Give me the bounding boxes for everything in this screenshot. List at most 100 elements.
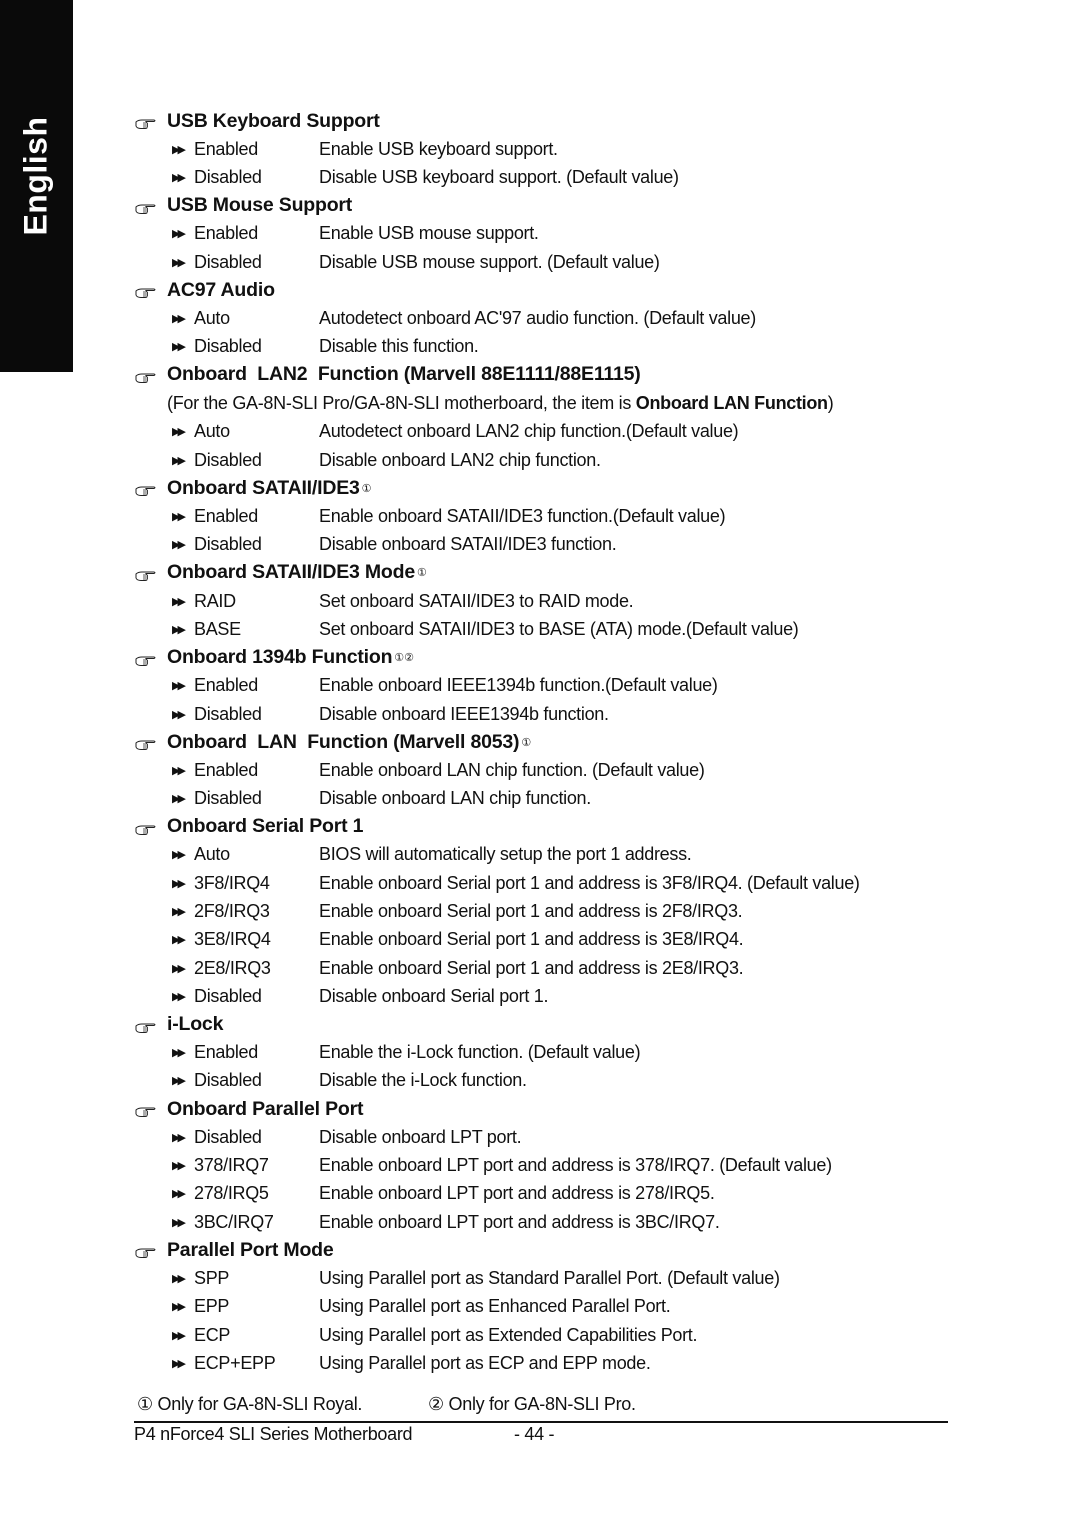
fast-forward-icon: ▶▶ <box>172 962 186 975</box>
option-label: SPP <box>194 1267 230 1288</box>
option-label: BASE <box>194 618 241 639</box>
footnote-marker: ① <box>521 736 532 749</box>
option-label: Enabled <box>194 1042 258 1063</box>
footer-title: P4 nForce4 SLI Series Motherboard <box>134 1424 413 1444</box>
section-title: Onboard 1394b Function <box>167 646 393 669</box>
option-description: Set onboard SATAII/IDE3 to RAID mode. <box>319 590 634 611</box>
footnote-2: ② Only for GA-8N-SLI Pro. <box>428 1394 636 1414</box>
fast-forward-icon: ▶▶ <box>172 877 186 890</box>
footnotes: ① Only for GA-8N-SLI Royal. ② Only for G… <box>137 1394 636 1415</box>
pointing-hand-icon <box>135 199 157 214</box>
fast-forward-icon: ▶▶ <box>172 849 186 862</box>
section-title: USB Mouse Support <box>167 194 353 217</box>
section-title: Onboard Parallel Port <box>167 1097 364 1120</box>
option-label: 3F8/IRQ4 <box>194 872 270 893</box>
option-description: Disable USB mouse support. (Default valu… <box>319 251 660 272</box>
option-description: Enable the i-Lock function. (Default val… <box>319 1042 641 1063</box>
option-row: ▶▶ Enabled Enable onboard IEEE1394b functi… <box>135 672 965 700</box>
section-title: i-Lock <box>167 1013 224 1036</box>
fast-forward-icon: ▶▶ <box>172 1160 186 1173</box>
option-row: ▶▶ RAID Set onboard SATAII/IDE3 to RAID mo… <box>135 587 965 615</box>
option-row: ▶▶ Disabled Disable this function. <box>135 332 965 360</box>
pointing-hand-icon <box>135 735 157 751</box>
option-label: Disabled <box>194 788 262 809</box>
option-row: ▶▶ Disabled Disable onboard LAN chip funct… <box>135 784 965 812</box>
option-value: ▶▶ Disabled <box>135 788 319 809</box>
section-heading: Onboard SATAII/IDE3 ① <box>135 474 965 502</box>
fast-forward-icon: ▶▶ <box>172 341 186 354</box>
pointing-hand-icon <box>135 1243 157 1259</box>
section-heading: Onboard 1394b Function ①② <box>135 644 965 672</box>
option-label: Enabled <box>194 759 258 780</box>
option-description: Disable USB keyboard support. (Default v… <box>319 166 679 187</box>
option-description: Autodetect onboard AC'97 audio function.… <box>319 307 756 328</box>
fast-forward-icon: ▶▶ <box>172 793 186 806</box>
option-value: ▶▶ 2F8/IRQ3 <box>135 901 319 922</box>
option-value: ▶▶ Auto <box>135 844 319 865</box>
option-label: 378/IRQ7 <box>194 1155 269 1176</box>
fast-forward-icon: ▶▶ <box>172 426 186 439</box>
section-heading: Onboard Parallel Port <box>135 1095 965 1123</box>
section-title: Onboard LAN Function (Marvell 8053) <box>167 730 520 753</box>
option-description: Enable USB keyboard support. <box>319 138 558 159</box>
option-description: Disable onboard SATAII/IDE3 function. <box>319 534 617 555</box>
option-label: Disabled <box>194 1126 262 1147</box>
option-description: Enable onboard Serial port 1 and address… <box>319 957 744 978</box>
option-value: ▶▶ EPP <box>135 1296 319 1317</box>
option-label: Auto <box>194 421 230 442</box>
option-row: ▶▶ 278/IRQ5 Enable onboard LPT port and ad… <box>135 1180 965 1208</box>
option-row: ▶▶ BASE Set onboard SATAII/IDE3 to BASE (A… <box>135 615 965 643</box>
option-description: Enable onboard LPT port and address is 3… <box>319 1211 720 1232</box>
option-label: Disabled <box>194 703 262 724</box>
option-description: Using Parallel port as ECP and EPP mode. <box>319 1352 651 1373</box>
option-description: Enable USB mouse support. <box>319 223 539 244</box>
fast-forward-icon: ▶▶ <box>172 228 186 241</box>
pointing-hand-icon <box>135 368 157 383</box>
fast-forward-icon: ▶▶ <box>172 539 186 552</box>
option-label: 3E8/IRQ4 <box>194 929 271 950</box>
option-value: ▶▶ Enabled <box>135 675 319 696</box>
fast-forward-icon: ▶▶ <box>172 1329 186 1342</box>
option-label: Auto <box>194 844 230 865</box>
option-row: ▶▶ Disabled Disable USB keyboard support. … <box>135 163 965 191</box>
footer-divider <box>134 1421 948 1423</box>
option-row: ▶▶ Enabled Enable USB mouse support. <box>135 220 965 248</box>
note-text: (For the GA-8N-SLI Pro/GA-8N-SLI motherb… <box>167 392 636 413</box>
note-suffix: ) <box>827 392 834 413</box>
section-heading: Onboard LAN Function (Marvell 8053) ① <box>135 728 965 756</box>
option-label: Enabled <box>194 138 258 159</box>
option-description: Disable onboard Serial port 1. <box>319 985 549 1006</box>
fast-forward-icon: ▶▶ <box>172 1216 186 1229</box>
option-description: Disable the i-Lock function. <box>319 1070 527 1091</box>
option-description: Enable onboard LPT port and address is 3… <box>319 1155 832 1176</box>
option-row: ▶▶ 378/IRQ7 Enable onboard LPT port and ad… <box>135 1151 965 1179</box>
fast-forward-icon: ▶▶ <box>172 680 186 693</box>
language-side-tab: English <box>0 0 73 372</box>
option-label: Disabled <box>194 449 262 470</box>
option-label: Disabled <box>194 534 262 555</box>
option-row: ▶▶ Auto BIOS will automatically setup the … <box>135 841 965 869</box>
option-value: ▶▶ 3BC/IRQ7 <box>135 1212 319 1233</box>
option-value: ▶▶ 378/IRQ7 <box>135 1155 319 1176</box>
option-label: Disabled <box>194 251 262 272</box>
pointing-hand-icon <box>135 820 157 835</box>
option-value: ▶▶ Disabled <box>135 252 319 273</box>
option-description: Using Parallel port as Enhanced Parallel… <box>319 1296 671 1317</box>
option-label: Disabled <box>194 336 262 357</box>
pointing-hand-icon <box>135 283 157 299</box>
section-title: AC97 Audio <box>167 278 275 301</box>
option-row: ▶▶ EPP Using Parallel port as Enhanced Par… <box>135 1293 965 1321</box>
option-value: ▶▶ Disabled <box>135 534 319 555</box>
option-row: ▶▶ Enabled Enable onboard LAN chip functio… <box>135 756 965 784</box>
pointing-hand-icon <box>135 1102 157 1118</box>
section-heading: USB Keyboard Support <box>135 107 965 135</box>
pointing-hand-icon <box>135 1018 157 1033</box>
option-value: ▶▶ Enabled <box>135 506 319 527</box>
option-row: ▶▶ Auto Autodetect onboard AC'97 audio fun… <box>135 304 965 332</box>
option-row: ▶▶ ECP+EPP Using Parallel port as ECP and … <box>135 1349 965 1377</box>
section-heading: AC97 Audio <box>135 276 965 304</box>
fast-forward-icon: ▶▶ <box>172 905 186 918</box>
fast-forward-icon: ▶▶ <box>172 171 186 184</box>
section-heading: Onboard Serial Port 1 <box>135 813 965 841</box>
section-heading: Parallel Port Mode <box>135 1236 965 1264</box>
